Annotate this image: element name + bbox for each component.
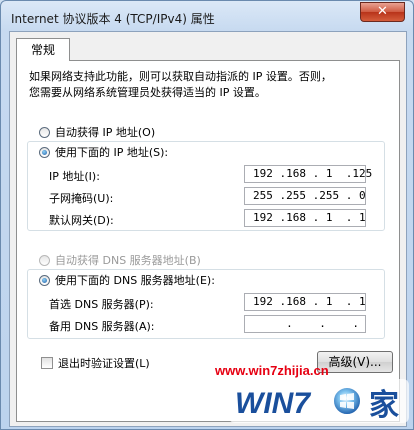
tab-panel-general: 如果网络支持此功能，则可以获取自动指派的 IP 设置。否则， 您需要从网络系统管…: [16, 60, 400, 422]
logo-suffix-text: 家: [369, 388, 399, 423]
auto-dns-label: 自动获得 DNS 服务器地址(B): [55, 254, 201, 267]
description-line-2: 您需要从网络系统管理员处获得适当的 IP 设置。: [29, 86, 266, 99]
alternate-dns-input[interactable]: . . .: [244, 315, 366, 333]
subnet-mask-label: 子网掩码(U):: [49, 192, 114, 205]
preferred-dns-label: 首选 DNS 服务器(P):: [49, 298, 154, 311]
manual-ip-radio[interactable]: [39, 146, 50, 158]
subnet-mask-input[interactable]: 255 .255 .255 . 0: [244, 187, 366, 205]
validate-on-exit-label: 退出时验证设置(L): [58, 357, 150, 370]
auto-ip-option[interactable]: 自动获得 IP 地址(O): [39, 123, 155, 141]
close-button[interactable]: ✕: [360, 2, 405, 22]
win7-logo: WIN7 家: [229, 379, 409, 423]
manual-dns-label: 使用下面的 DNS 服务器地址(E):: [55, 274, 215, 287]
title-bar: Internet 协议版本 4 (TCP/IPv4) 属性 ✕: [1, 1, 413, 31]
manual-dns-radio[interactable]: [39, 274, 50, 286]
manual-ip-option[interactable]: 使用下面的 IP 地址(S):: [39, 143, 168, 161]
auto-ip-radio[interactable]: [39, 126, 50, 138]
subnet-mask-row: 子网掩码(U): 255 .255 .255 . 0: [39, 187, 379, 209]
ip-address-input[interactable]: 192 .168 . 1 .125: [244, 165, 372, 183]
ip-address-row: IP 地址(I): 192 .168 . 1 .125: [39, 165, 379, 187]
validate-on-exit-checkbox[interactable]: [41, 357, 53, 369]
auto-dns-radio[interactable]: [39, 254, 50, 266]
dialog-window: Internet 协议版本 4 (TCP/IPv4) 属性 ✕ 常规 如果网络支…: [0, 0, 414, 430]
description-text: 如果网络支持此功能，则可以获取自动指派的 IP 设置。否则， 您需要从网络系统管…: [29, 69, 379, 101]
default-gateway-label: 默认网关(D):: [49, 214, 114, 227]
preferred-dns-row: 首选 DNS 服务器(P): 192 .168 . 1 . 1: [39, 293, 379, 315]
preferred-dns-input[interactable]: 192 .168 . 1 . 1: [244, 293, 366, 311]
description-line-1: 如果网络支持此功能，则可以获取自动指派的 IP 设置。否则，: [29, 70, 332, 83]
auto-dns-option[interactable]: 自动获得 DNS 服务器地址(B): [39, 251, 201, 269]
watermark-url: www.win7zhijia.cn: [215, 363, 329, 378]
logo-text: WIN7: [235, 387, 311, 420]
alternate-dns-label: 备用 DNS 服务器(A):: [49, 320, 155, 333]
manual-ip-label: 使用下面的 IP 地址(S):: [55, 146, 169, 159]
default-gateway-input[interactable]: 192 .168 . 1 . 1: [244, 209, 366, 227]
ip-address-label: IP 地址(I):: [49, 170, 100, 183]
windows-orb-icon: [332, 386, 362, 416]
auto-ip-label: 自动获得 IP 地址(O): [55, 126, 156, 139]
alternate-dns-row: 备用 DNS 服务器(A): . . .: [39, 315, 379, 337]
default-gateway-row: 默认网关(D): 192 .168 . 1 . 1: [39, 209, 379, 231]
tab-general[interactable]: 常规: [16, 38, 70, 61]
window-title: Internet 协议版本 4 (TCP/IPv4) 属性: [11, 12, 215, 26]
close-icon: ✕: [377, 4, 388, 19]
manual-dns-option[interactable]: 使用下面的 DNS 服务器地址(E):: [39, 271, 215, 289]
validate-on-exit-option[interactable]: 退出时验证设置(L): [41, 355, 150, 371]
dialog-client-area: 常规 如果网络支持此功能，则可以获取自动指派的 IP 设置。否则， 您需要从网络…: [9, 31, 407, 427]
